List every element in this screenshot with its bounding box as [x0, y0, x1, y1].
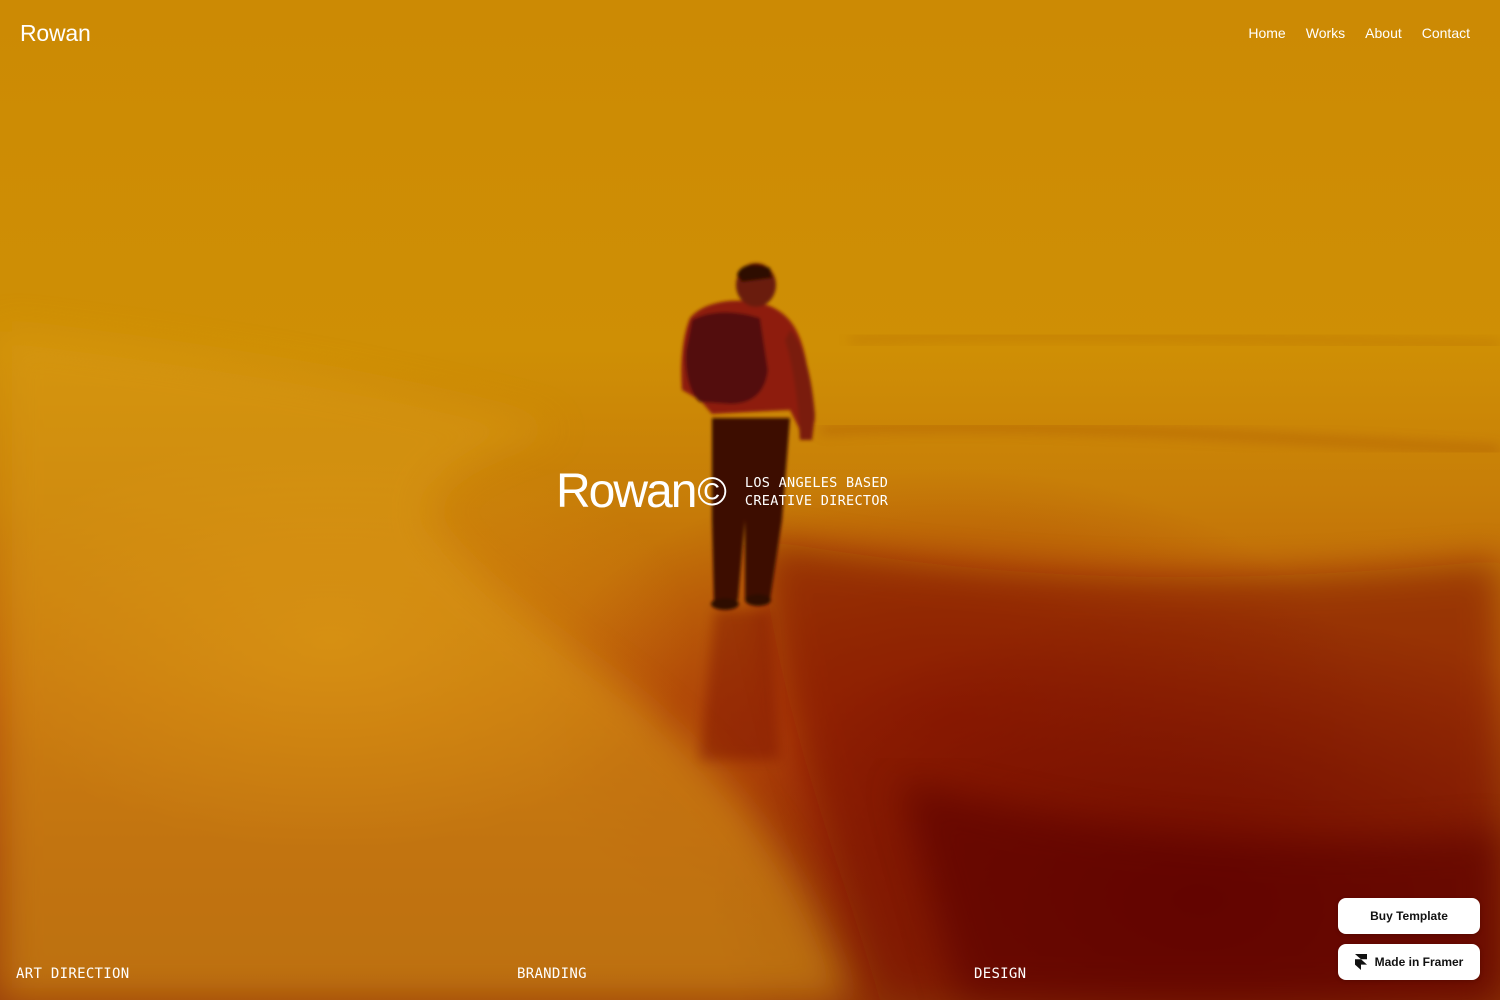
service-art-direction: ART DIRECTION [16, 966, 130, 982]
service-branding: BRANDING [517, 966, 587, 982]
copyright-symbol: © [697, 470, 727, 514]
framer-logo-icon [1354, 954, 1367, 970]
tagline-line-2: CREATIVE DIRECTOR [744, 493, 889, 509]
buy-template-label: Buy Template [1370, 909, 1448, 923]
hero-title-block: Rowan © LOS ANGELES BASED CREATIVE DIRECT… [556, 466, 888, 518]
buy-template-button[interactable]: Buy Template [1338, 898, 1480, 934]
site-logo[interactable]: Rowan [20, 20, 91, 47]
hero-tagline: LOS ANGELES BASED CREATIVE DIRECTOR [745, 474, 888, 510]
made-in-framer-label: Made in Framer [1374, 955, 1464, 969]
hero-name-text: Rowan [556, 465, 697, 518]
nav-about-link[interactable]: About [1365, 25, 1402, 41]
service-design: DESIGN [974, 966, 1027, 982]
made-in-framer-button[interactable]: Made in Framer [1338, 944, 1480, 980]
nav-home-link[interactable]: Home [1248, 25, 1285, 41]
main-nav: Home Works About Contact [1248, 25, 1470, 41]
nav-contact-link[interactable]: Contact [1422, 25, 1470, 41]
hero-name: Rowan © [556, 465, 727, 518]
nav-works-link[interactable]: Works [1306, 25, 1345, 41]
tagline-line-1: LOS ANGELES BASED [744, 475, 889, 491]
